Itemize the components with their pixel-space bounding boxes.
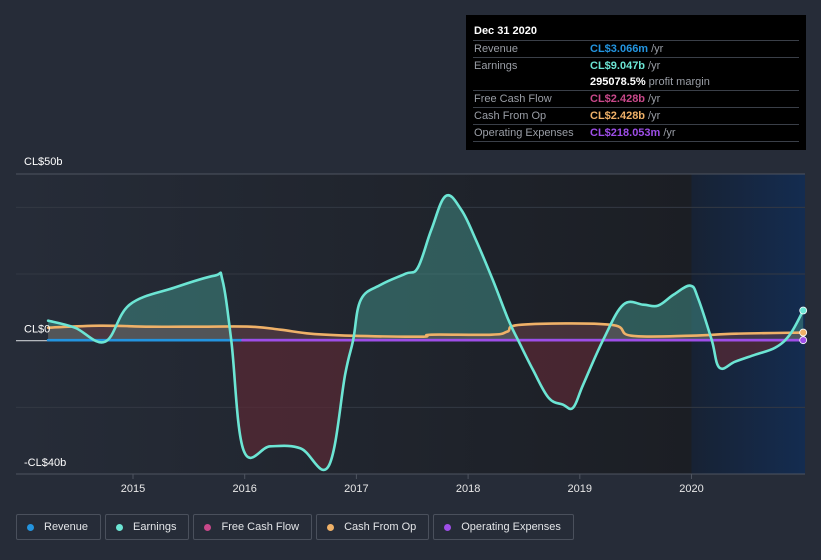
legend-item-cash-from-op[interactable]: Cash From Op: [316, 514, 430, 540]
x-axis-label: 2020: [679, 483, 703, 495]
tooltip-label: Operating Expenses: [474, 127, 574, 139]
tooltip-date: Dec 31 2020: [474, 25, 537, 37]
highlight-region: [691, 174, 805, 474]
x-axis-label: 2019: [568, 483, 592, 495]
legend-item-free-cash-flow[interactable]: Free Cash Flow: [193, 514, 313, 540]
legend-label: Revenue: [44, 521, 89, 533]
tooltip-row: Operating Expenses CL$218.053m/yr: [473, 124, 799, 141]
tooltip-value: CL$2.428b: [590, 110, 646, 122]
x-axis-label: 2018: [456, 483, 480, 495]
tooltip-unit: /yr: [651, 43, 664, 55]
tooltip-value: CL$218.053m: [590, 127, 661, 139]
tooltip-value: CL$2.428b: [590, 93, 646, 105]
y-axis-label: CL$50b: [24, 156, 63, 168]
legend-item-operating-expenses[interactable]: Operating Expenses: [433, 514, 574, 540]
legend-dot-icon: [27, 523, 34, 531]
tooltip-row: Free Cash Flow CL$2.428b/yr: [473, 90, 799, 107]
tooltip-row: Earnings CL$9.047b/yr: [473, 57, 799, 74]
y-axis-label: CL$0: [24, 324, 50, 336]
tooltip-unit: /yr: [663, 127, 676, 139]
x-axis-label: 2017: [344, 483, 368, 495]
tooltip-divider: [473, 141, 799, 142]
legend-dot-icon: [116, 523, 124, 531]
legend-dot-icon: [444, 523, 452, 531]
legend-label: Operating Expenses: [461, 521, 561, 533]
tooltip-row: Cash From Op CL$2.428b/yr: [473, 107, 799, 124]
legend-dot-icon: [327, 523, 335, 531]
tooltip-value: CL$3.066m: [590, 43, 649, 55]
legend-label: Cash From Op: [344, 521, 417, 533]
tooltip-label: Revenue: [474, 43, 519, 55]
tooltip-unit: /yr: [648, 110, 661, 122]
tooltip: Dec 31 2020 Revenue CL$3.066m/yr Earnings C…: [466, 15, 806, 150]
endpoint-earnings: [799, 306, 808, 315]
tooltip-unit: profit margin: [648, 76, 710, 88]
legend-item-earnings[interactable]: Earnings: [105, 514, 190, 540]
legend-dot-icon: [204, 523, 212, 531]
endpoint-operating-expenses: [799, 336, 808, 345]
x-axis-label: 2015: [121, 483, 145, 495]
tooltip-value: 295078.5%: [590, 76, 646, 88]
tooltip-unit: /yr: [648, 60, 661, 72]
legend: Revenue Earnings Free Cash Flow Cash From O…: [16, 514, 574, 540]
tooltip-unit: /yr: [648, 93, 661, 105]
tooltip-label: Earnings: [474, 60, 518, 72]
y-axis-label: -CL$40b: [24, 457, 66, 469]
endpoint-cash-from-op: [799, 328, 808, 337]
tooltip-row: 295078.5% profit margin: [473, 74, 799, 90]
tooltip-row: Revenue CL$3.066m/yr: [473, 40, 799, 57]
tooltip-label: Cash From Op: [474, 110, 547, 122]
tooltip-label: [473, 74, 590, 90]
legend-label: Earnings: [133, 521, 177, 533]
x-axis-label: 2016: [232, 483, 256, 495]
tooltip-value: CL$9.047b: [590, 60, 646, 72]
legend-label: Free Cash Flow: [221, 521, 300, 533]
legend-item-revenue[interactable]: Revenue: [16, 514, 102, 540]
tooltip-label: Free Cash Flow: [474, 93, 552, 105]
